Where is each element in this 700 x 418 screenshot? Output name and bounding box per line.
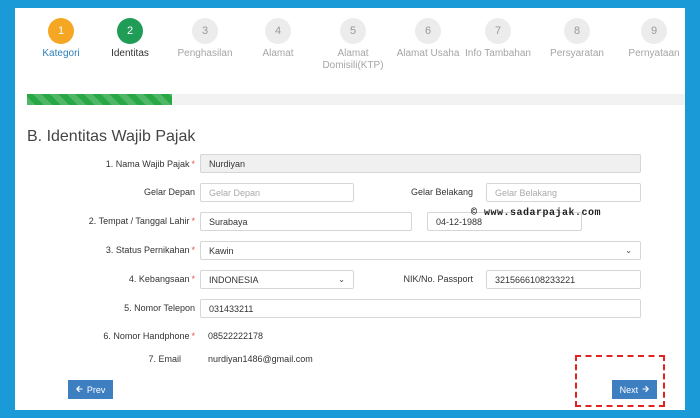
gelar-belakang-label: Gelar Belakang (410, 187, 473, 197)
stepper: 1 Kategori 2 Identitas 3 Penghasilan 4 A… (15, 8, 685, 88)
nik-label: NIK/No. Passport (403, 274, 473, 284)
step-circle: 1 (48, 18, 74, 44)
chevron-down-icon: ⌄ (625, 246, 632, 255)
nama-input[interactable] (200, 154, 641, 173)
step-info-tambahan[interactable]: 7 Info Tambahan (453, 18, 543, 60)
prev-label: Prev (86, 384, 106, 395)
watermark: © www.sadarpajak.com (471, 208, 602, 219)
status-value: Kawin (209, 245, 234, 256)
progress-bar (27, 94, 685, 105)
prev-button[interactable]: 🡰 Prev (68, 380, 113, 399)
step-circle: 8 (564, 18, 590, 44)
arrow-right-icon: 🡲 (642, 383, 650, 394)
step-circle: 4 (265, 18, 291, 44)
gelar-depan-label: Gelar Depan (143, 187, 195, 197)
handphone-value: 08522222178 (208, 331, 264, 341)
chevron-down-icon: ⌄ (338, 275, 345, 284)
status-select[interactable]: Kawin ⌄ (200, 241, 641, 260)
handphone-label: 6. Nomor Handphone * (103, 331, 195, 341)
email-label: 7. Email (148, 354, 181, 364)
ttl-label: 2. Tempat / Tanggal Lahir * (88, 216, 195, 226)
kebangsaan-label: 4. Kebangsaan * (128, 274, 195, 284)
step-circle: 5 (340, 18, 366, 44)
email-value: nurdiyan1486@gmail.com (208, 354, 313, 364)
kebangsaan-select[interactable]: INDONESIA ⌄ (200, 270, 354, 289)
next-button[interactable]: Next 🡲 (612, 380, 657, 399)
gelar-belakang-input[interactable] (486, 183, 641, 202)
step-pernyataan[interactable]: 9 Pernyataan (609, 18, 685, 60)
step-circle: 7 (485, 18, 511, 44)
required-marker: * (191, 216, 195, 226)
step-circle: 9 (641, 18, 667, 44)
section-title: B. Identitas Wajib Pajak (27, 128, 196, 145)
telepon-label: 5. Nomor Telepon (124, 303, 195, 313)
step-circle: 3 (192, 18, 218, 44)
status-label: 3. Status Pernikahan * (105, 245, 195, 255)
kebangsaan-value: INDONESIA (209, 274, 259, 285)
step-label: Info Tambahan (465, 48, 531, 59)
progress-fill (27, 94, 172, 105)
step-circle: 2 (117, 18, 143, 44)
next-label: Next (619, 384, 639, 395)
step-label: Pernyataan (628, 48, 680, 59)
required-marker: * (191, 159, 195, 169)
tempat-lahir-input[interactable] (200, 212, 412, 231)
step-circle: 6 (415, 18, 441, 44)
nik-input[interactable] (486, 270, 641, 289)
required-marker: * (191, 245, 195, 255)
arrow-left-icon: 🡰 (75, 383, 83, 394)
required-marker: * (191, 274, 195, 284)
registration-panel: 1 Kategori 2 Identitas 3 Penghasilan 4 A… (15, 8, 685, 410)
gelar-depan-input[interactable] (200, 183, 354, 202)
nama-label: 1. Nama Wajib Pajak * (105, 159, 195, 169)
required-marker: * (191, 331, 195, 341)
telepon-input[interactable] (200, 299, 641, 318)
